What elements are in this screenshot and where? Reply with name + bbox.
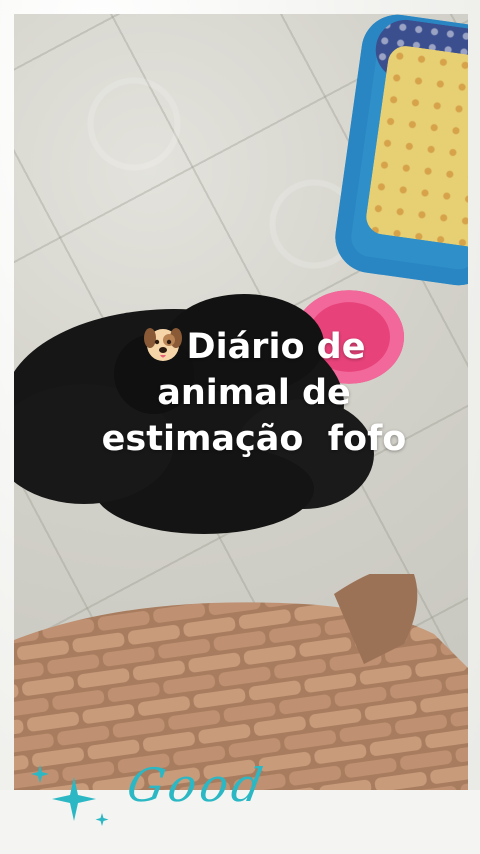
title-line-2: animal de <box>157 373 351 413</box>
title-line-1: Diário de <box>54 324 454 370</box>
dog-face-icon <box>143 328 182 361</box>
title-line-3: estimação fofo <box>101 419 407 459</box>
pet-photo: Diário de animal de estimação fofo <box>14 14 468 792</box>
dog-bed-cushion <box>363 43 468 249</box>
sparkles-icon <box>31 765 109 826</box>
title-line-1-text: Diário de <box>186 327 366 367</box>
overlay-title: Diário de animal de estimação fofo <box>54 324 454 462</box>
script-good-text: Good <box>123 758 271 812</box>
